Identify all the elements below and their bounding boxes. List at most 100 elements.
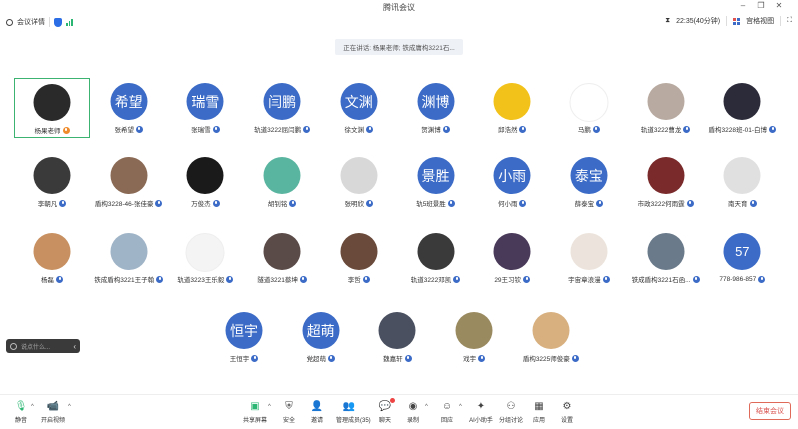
microphone-status-icon [56, 275, 63, 283]
participant-name-row: 马鹏 [551, 124, 627, 134]
grid-view-icon[interactable] [733, 17, 741, 25]
invite-label: 邀请 [310, 418, 323, 424]
avatar [569, 83, 609, 122]
chat-label: 聊天 [378, 418, 391, 424]
fullscreen-icon[interactable]: ⛶ [787, 17, 792, 25]
manage-members-button[interactable]: 👥 管理成员(35) [336, 400, 371, 426]
participant-tile[interactable]: 瑞雪 张瑞雪 [167, 78, 243, 138]
end-meeting-button[interactable]: 结束会议 [749, 402, 791, 420]
participant-tile[interactable]: 杨果老师 [14, 78, 90, 138]
members-icon: 👥 [342, 401, 356, 412]
chat-input[interactable]: 说点什么... ‹ [6, 339, 80, 353]
share-screen-button[interactable]: ▣ 共享屏幕 [242, 400, 268, 426]
apps-label: 应用 [532, 418, 545, 424]
participant-tile[interactable]: 文渊 徐文渊 [321, 78, 397, 138]
participant-tile[interactable]: 29王习钦 [474, 228, 550, 288]
participant-name: 张希望 [114, 127, 134, 134]
participant-tile[interactable]: 希望 张希望 [91, 78, 167, 138]
speaking-banner: 正在讲话: 杨果老师; 铁成庸构3221石... [335, 39, 463, 55]
participant-tile[interactable]: 盾构3225师俊豪 [513, 307, 589, 367]
participant-tile[interactable]: 小雨 何小雨 [474, 152, 550, 212]
ai-assistant-button[interactable]: ✦ AI小助手 [468, 400, 494, 426]
avatar [340, 157, 378, 194]
maximize-icon[interactable]: ❐ [754, 1, 768, 10]
participant-name: 轨5班景胜 [416, 201, 446, 208]
participant-tile[interactable]: 超萌 党超萌 [283, 307, 359, 367]
participant-name-row: 宇宙章浪漫 [551, 274, 627, 284]
collapse-chevron-icon[interactable]: ‹ [73, 342, 76, 351]
settings-button[interactable]: ⚙ 设置 [554, 400, 580, 426]
participant-name: 轨道3222邓凯 [410, 277, 452, 284]
participant-tile[interactable]: 轨道3222邓凯 [398, 228, 474, 288]
signal-icon[interactable] [66, 18, 73, 26]
participant-tile[interactable]: 盾构3228班-01-白博 [704, 78, 780, 138]
participant-tile[interactable]: 隧道3221蔡坤 [244, 228, 320, 288]
participant-name: 宇宙章浪漫 [568, 277, 601, 284]
shield-icon[interactable] [54, 17, 62, 27]
participant-name: 盾构3228班-01-白博 [708, 127, 768, 134]
close-icon[interactable]: ✕ [772, 1, 786, 10]
emoji-icon[interactable] [10, 342, 17, 350]
participant-tile[interactable]: 宇宙章浪漫 [551, 228, 627, 288]
participant-tile[interactable]: 张明欣 [321, 152, 397, 212]
participant-name-row: 魏嘉轩 [359, 353, 435, 363]
meeting-details-link[interactable]: 会议详情 [17, 17, 45, 27]
minimize-icon[interactable]: – [736, 1, 750, 10]
participant-tile[interactable]: 景胜 轨5班景胜 [398, 152, 474, 212]
participant-tile[interactable]: 泰宝 薛泰宝 [551, 152, 627, 212]
breakout-button[interactable]: ⚇ 分组讨论 [498, 400, 524, 426]
participant-tile[interactable]: 杨磊 [14, 228, 90, 288]
settings-label: 设置 [560, 418, 573, 424]
participant-name-row: 何小雨 [474, 198, 550, 208]
members-label: 管理成员(35) [336, 418, 371, 424]
avatar: 瑞雪 [186, 83, 224, 120]
invite-button[interactable]: 👤 邀请 [304, 400, 330, 426]
avatar [33, 157, 71, 194]
avatar [110, 157, 148, 194]
participant-tile[interactable]: 南天育 [704, 152, 780, 212]
video-options-caret-icon[interactable]: ^ [68, 404, 71, 410]
shield-icon: ⛨ [285, 401, 293, 412]
participant-name-row: 徐文渊 [321, 124, 397, 134]
avatar [647, 233, 685, 270]
participant-tile[interactable]: 戏宇 [436, 307, 512, 367]
participant-tile[interactable]: 57 778-986-857 [704, 228, 780, 288]
chat-button[interactable]: 💬 聊天 [372, 400, 398, 426]
ai-label: AI小助手 [469, 418, 493, 424]
notification-dot [390, 398, 395, 403]
participant-tile[interactable]: 盾构3228-46-张佳豪 [91, 152, 167, 212]
participant-tile[interactable]: 渊博 贺渊博 [398, 78, 474, 138]
microphone-status-icon [251, 354, 259, 362]
view-mode-button[interactable]: 宫格视图 [746, 16, 774, 26]
participant-tile[interactable]: 万俊杰 [167, 152, 243, 212]
reaction-button[interactable]: ☺ 回应 [434, 400, 460, 426]
avatar [493, 233, 531, 270]
participant-tile[interactable]: 李朝凡 [14, 152, 90, 212]
reaction-options-caret-icon[interactable]: ^ [459, 404, 462, 410]
participant-name-row: 李哲 [321, 274, 397, 284]
participant-tile[interactable]: 胡钊铭 [244, 152, 320, 212]
participant-tile[interactable]: 铁成盾构3221石函... [628, 228, 704, 288]
participant-tile[interactable]: 李哲 [321, 228, 397, 288]
mute-options-caret-icon[interactable]: ^ [31, 404, 34, 410]
security-button[interactable]: ⛨ 安全 [276, 400, 302, 426]
record-label: 录制 [406, 418, 419, 424]
record-options-caret-icon[interactable]: ^ [425, 404, 428, 410]
record-button[interactable]: ◉ 录制 [400, 400, 426, 426]
participant-tile[interactable]: 恒宇 王恒宇 [206, 307, 282, 367]
apps-button[interactable]: ▦ 应用 [526, 400, 552, 426]
info-icon[interactable] [6, 18, 13, 26]
share-options-caret-icon[interactable]: ^ [268, 404, 271, 410]
participant-tile[interactable]: 闫鹏 轨道3222屈闫鹏 [244, 78, 320, 138]
participant-name: 张明欣 [344, 201, 365, 208]
participant-tile[interactable]: 魏嘉轩 [359, 307, 435, 367]
participant-tile[interactable]: 马鹏 [551, 78, 627, 138]
video-button[interactable]: 📹 开启视频 [40, 400, 66, 426]
participant-tile[interactable]: 轨道3223王乐毅 [167, 228, 243, 288]
window-title: 腾讯会议 [383, 3, 415, 12]
participant-tile[interactable]: 市政3222何雨霆 [628, 152, 704, 212]
participant-name: 马鹏 [577, 127, 591, 134]
participant-tile[interactable]: 轨道3222曹龙 [628, 78, 704, 138]
participant-tile[interactable]: 邱浩然 [474, 78, 550, 138]
participant-tile[interactable]: 铁成盾构3221王子翰 [91, 228, 167, 288]
